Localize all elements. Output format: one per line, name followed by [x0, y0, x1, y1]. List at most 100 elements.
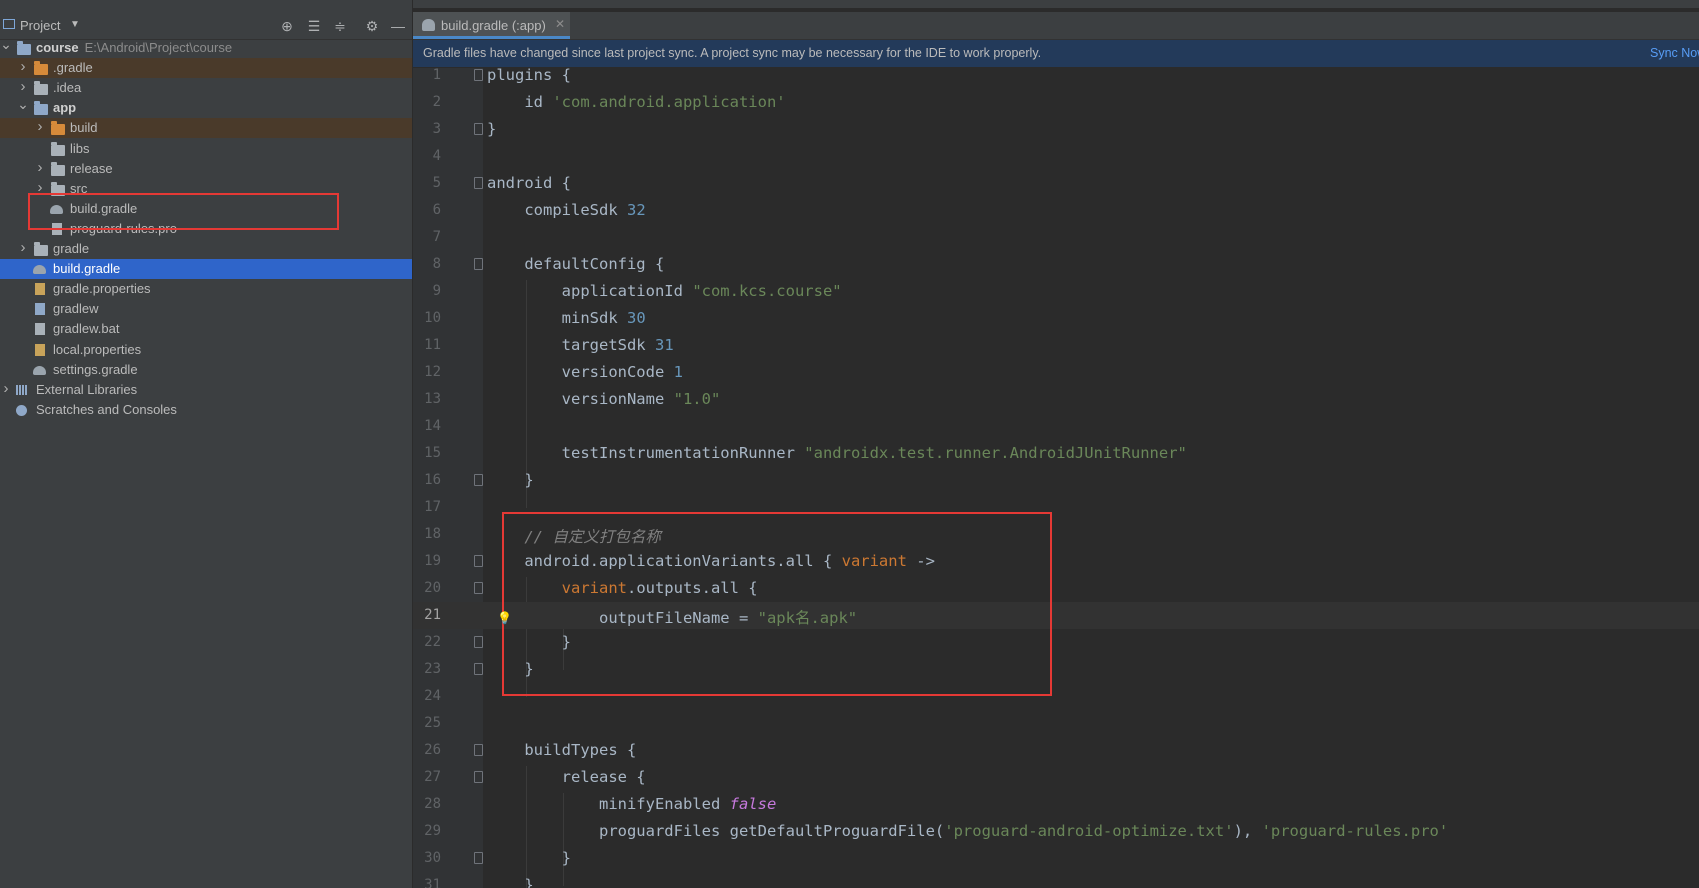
- line-number: 7: [432, 229, 441, 245]
- tree-item-name: .gradle: [53, 60, 93, 76]
- code-line[interactable]: 6 compileSdk 32: [413, 197, 1699, 224]
- chevron-down-icon[interactable]: ▼: [70, 19, 80, 30]
- code-text: testInstrumentationRunner "androidx.test…: [487, 444, 1187, 462]
- code-line[interactable]: 16 }: [413, 467, 1699, 494]
- fold-marker-icon[interactable]: [474, 555, 483, 567]
- tree-item[interactable]: Scratches and Consoles: [0, 400, 412, 420]
- tree-item[interactable]: › gradle: [0, 239, 412, 259]
- fold-marker-icon[interactable]: [474, 177, 483, 189]
- code-token: proguardFiles getDefaultProguardFile(: [487, 822, 945, 840]
- code-token: "1.0": [673, 390, 721, 408]
- tree-item-name: gradle: [53, 241, 90, 256]
- code-line[interactable]: 7: [413, 224, 1699, 251]
- chevron-right-icon[interactable]: ›: [17, 78, 29, 95]
- tree-item[interactable]: gradlew: [0, 299, 412, 319]
- code-line[interactable]: 26 buildTypes {: [413, 737, 1699, 764]
- tree-item-label: build.gradle: [53, 261, 120, 276]
- tree-item[interactable]: › External Libraries: [0, 380, 412, 400]
- fold-marker-icon[interactable]: [474, 663, 483, 675]
- line-number: 23: [424, 661, 441, 677]
- code-line[interactable]: 5 android {: [413, 170, 1699, 197]
- tree-item[interactable]: gradlew.bat: [0, 319, 412, 339]
- code-line[interactable]: 9 applicationId "com.kcs.course": [413, 278, 1699, 305]
- code-line[interactable]: 11 targetSdk 31: [413, 332, 1699, 359]
- code-line[interactable]: 1 plugins {: [413, 68, 1699, 89]
- tree-item[interactable]: ⌄ app: [0, 96, 412, 118]
- fold-marker-icon[interactable]: [474, 636, 483, 648]
- chevron-down-icon[interactable]: ⌄: [0, 36, 12, 53]
- code-token: 31: [654, 336, 674, 354]
- code-line[interactable]: 29 proguardFiles getDefaultProguardFile(…: [413, 818, 1699, 845]
- code-line[interactable]: 2 id 'com.android.application': [413, 89, 1699, 116]
- fold-marker-icon[interactable]: [474, 582, 483, 594]
- code-line[interactable]: 25: [413, 710, 1699, 737]
- tree-item[interactable]: › .idea: [0, 78, 412, 98]
- line-number: 27: [424, 769, 441, 785]
- tree-item[interactable]: settings.gradle: [0, 360, 412, 380]
- code-text: }: [487, 471, 533, 489]
- tree-item[interactable]: libs: [0, 139, 412, 159]
- line-number: 8: [432, 256, 441, 272]
- gradle-file-icon: [33, 362, 49, 378]
- chevron-right-icon[interactable]: ›: [17, 58, 29, 75]
- code-line[interactable]: 3}: [413, 116, 1699, 143]
- tab-build-gradle-app[interactable]: build.gradle (:app) ✕: [413, 12, 570, 39]
- code-line[interactable]: 4: [413, 143, 1699, 170]
- fold-marker-icon[interactable]: [474, 258, 483, 270]
- tree-item[interactable]: ⌄ course E:\Android\Project\course: [0, 36, 412, 58]
- code-line[interactable]: 10 minSdk 30: [413, 305, 1699, 332]
- gear-icon[interactable]: ⚙: [364, 18, 380, 35]
- line-number: 6: [432, 202, 441, 218]
- code-token: 'com.android.application': [552, 93, 786, 111]
- tree-item[interactable]: › build: [0, 118, 412, 139]
- hide-panel-icon[interactable]: —: [390, 18, 406, 34]
- code-line[interactable]: 13 versionName "1.0": [413, 386, 1699, 413]
- lightbulb-icon[interactable]: 💡: [497, 611, 512, 625]
- code-text: versionName "1.0": [487, 390, 721, 408]
- tree-item-name: libs: [70, 140, 90, 156]
- fold-marker-icon[interactable]: [474, 852, 483, 864]
- fold-marker-icon[interactable]: [474, 744, 483, 756]
- code-editor[interactable]: 1 plugins {2 id 'com.android.application'…: [413, 68, 1699, 888]
- fold-marker-icon[interactable]: [474, 771, 483, 783]
- chevron-right-icon[interactable]: ›: [34, 118, 46, 135]
- code-line[interactable]: 12 versionCode 1: [413, 359, 1699, 386]
- tree-item-label: gradle: [53, 241, 89, 256]
- chevron-right-icon[interactable]: ›: [0, 380, 12, 397]
- fold-marker-icon[interactable]: [474, 123, 483, 135]
- code-line[interactable]: 15 testInstrumentationRunner "androidx.t…: [413, 440, 1699, 467]
- tree-item[interactable]: gradle.properties: [0, 279, 412, 299]
- script-file-icon: [33, 301, 49, 317]
- code-line[interactable]: 28 minifyEnabled false: [413, 791, 1699, 818]
- expand-all-icon[interactable]: ☰: [306, 18, 322, 35]
- close-icon[interactable]: ✕: [555, 17, 565, 31]
- code-text: applicationId "com.kcs.course": [487, 282, 842, 300]
- code-text: defaultConfig {: [487, 255, 664, 273]
- tree-item[interactable]: › .gradle: [0, 58, 412, 79]
- collapse-all-icon[interactable]: ≑: [332, 18, 348, 35]
- chevron-down-icon[interactable]: ⌄: [17, 96, 29, 113]
- project-panel-title[interactable]: Project: [20, 18, 60, 33]
- line-number: 2: [432, 94, 441, 110]
- orange-folder-icon: [50, 120, 66, 136]
- fold-marker-icon[interactable]: [474, 69, 483, 81]
- project-panel: Project ▼ ⊕ ☰ ≑ ⚙ — ⌄ course E:\Android\Pr…: [0, 0, 413, 888]
- chevron-right-icon[interactable]: ›: [17, 239, 29, 256]
- code-token: versionName: [487, 390, 674, 408]
- sync-now-link[interactable]: Sync Now: [1650, 46, 1699, 60]
- chevron-right-icon[interactable]: ›: [34, 159, 46, 176]
- tree-item[interactable]: › release: [0, 159, 412, 179]
- code-line[interactable]: 31 }: [413, 872, 1699, 888]
- line-number: 16: [424, 472, 441, 488]
- grey-folder-icon: [50, 161, 66, 177]
- code-line[interactable]: 8 defaultConfig {: [413, 251, 1699, 278]
- code-line[interactable]: 14: [413, 413, 1699, 440]
- locate-file-icon[interactable]: ⊕: [279, 18, 295, 35]
- tree-item[interactable]: local.properties: [0, 340, 412, 360]
- line-number: 22: [424, 634, 441, 650]
- tree-item[interactable]: build.gradle: [0, 259, 412, 280]
- code-line[interactable]: 30 }: [413, 845, 1699, 872]
- code-line[interactable]: 27 release {: [413, 764, 1699, 791]
- fold-marker-icon[interactable]: [474, 474, 483, 486]
- line-number: 20: [424, 580, 441, 596]
